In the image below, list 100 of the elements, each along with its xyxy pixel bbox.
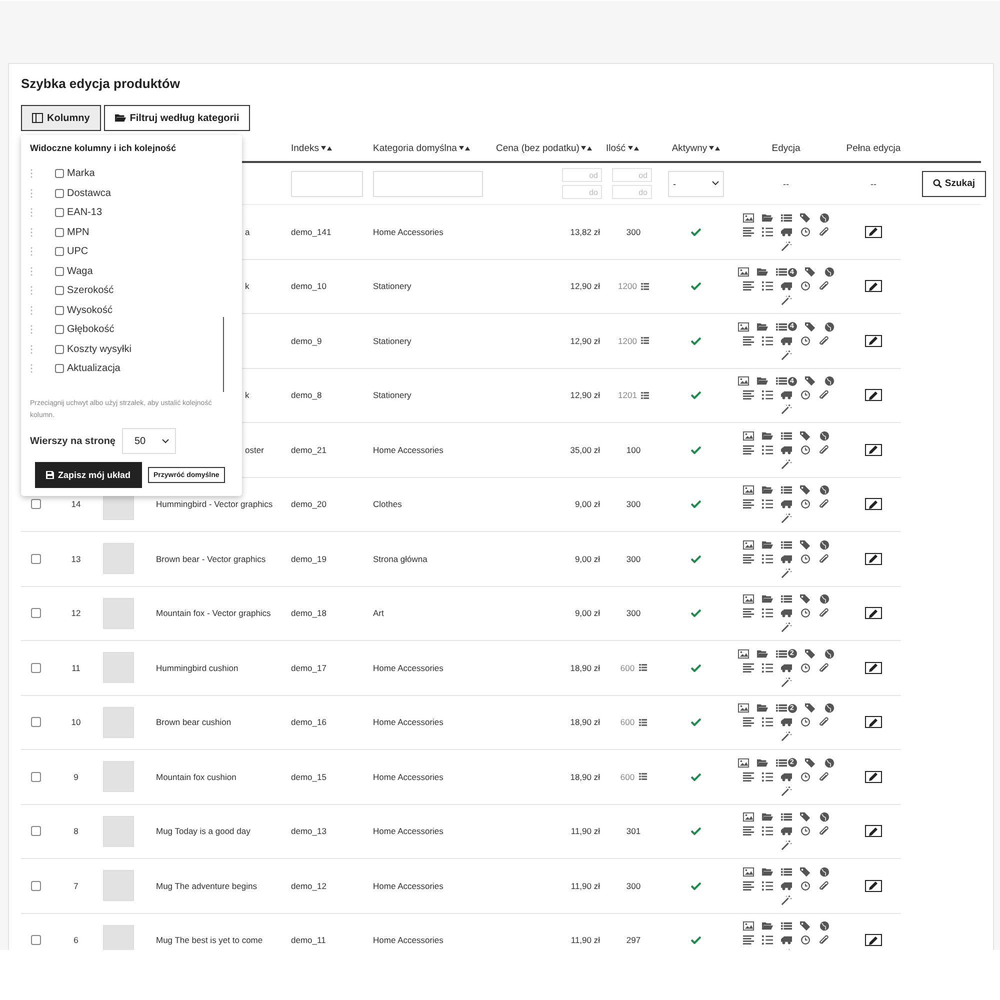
edit-button[interactable] (865, 934, 882, 946)
folder-icon[interactable] (762, 594, 772, 604)
tags-icon[interactable] (800, 212, 810, 223)
globe-icon[interactable] (824, 758, 834, 768)
image-icon[interactable] (742, 430, 754, 441)
checkmark-icon[interactable] (691, 336, 701, 345)
magic-wand-icon[interactable] (780, 894, 792, 905)
edit-button[interactable] (865, 662, 882, 674)
checkbox[interactable] (55, 364, 64, 374)
list-icon[interactable] (776, 648, 786, 659)
quantity-range-field[interactable]: od (612, 168, 652, 182)
row-checkbox[interactable] (31, 554, 41, 564)
column-option-label[interactable]: Marka (67, 168, 95, 180)
bullet-list-icon[interactable] (762, 772, 772, 782)
paperclip-icon[interactable] (818, 935, 830, 946)
tags-icon[interactable] (800, 921, 810, 932)
list-icon[interactable] (780, 430, 792, 441)
image-icon[interactable] (742, 212, 754, 223)
checkbox[interactable] (55, 306, 64, 315)
list-icon[interactable] (780, 540, 792, 550)
image-icon[interactable] (738, 758, 748, 768)
tags-icon[interactable] (804, 376, 816, 386)
column-option-label[interactable]: MPN (67, 226, 90, 238)
globe-icon[interactable] (818, 812, 830, 822)
paperclip-icon[interactable] (818, 717, 830, 728)
magic-wand-icon[interactable] (780, 786, 792, 796)
checkmark-icon[interactable] (691, 718, 701, 726)
tags-icon[interactable] (804, 648, 816, 659)
text-lines-icon[interactable] (742, 390, 754, 400)
checkmark-icon[interactable] (691, 609, 701, 618)
row-checkbox[interactable] (31, 935, 41, 946)
truck-icon[interactable] (780, 717, 792, 728)
folder-icon[interactable] (762, 540, 772, 550)
column-option-label[interactable]: EAN-13 (67, 207, 102, 218)
clock-icon[interactable] (800, 226, 810, 237)
tags-icon[interactable] (800, 594, 810, 604)
drag-handle-icon[interactable] (30, 188, 33, 198)
bullet-list-icon[interactable] (762, 880, 772, 891)
category-filter-button[interactable]: Filtruj według kategorii (104, 105, 250, 131)
text-lines-icon[interactable] (742, 662, 754, 673)
bullet-list-icon[interactable] (762, 826, 772, 836)
magic-wand-icon[interactable] (780, 404, 792, 414)
truck-icon[interactable] (780, 336, 792, 346)
columns-button[interactable]: Kolumny (21, 105, 101, 131)
globe-icon[interactable] (824, 703, 834, 714)
edit-button[interactable] (865, 825, 882, 838)
checkbox[interactable] (55, 169, 64, 178)
bullet-list-icon[interactable] (762, 281, 772, 292)
bullet-list-icon[interactable] (762, 226, 772, 237)
magic-wand-icon[interactable] (780, 295, 792, 306)
edit-button[interactable] (865, 552, 882, 565)
truck-icon[interactable] (780, 935, 792, 946)
checkmark-icon[interactable] (691, 936, 701, 944)
folder-icon[interactable] (756, 267, 768, 278)
folder-icon[interactable] (756, 703, 768, 714)
truck-icon[interactable] (780, 499, 792, 510)
truck-icon[interactable] (780, 281, 792, 292)
text-lines-icon[interactable] (742, 608, 754, 618)
magic-wand-icon[interactable] (780, 350, 792, 360)
tags-icon[interactable] (804, 758, 816, 768)
row-checkbox[interactable] (31, 608, 41, 618)
folder-icon[interactable] (762, 812, 772, 822)
clock-icon[interactable] (800, 499, 810, 510)
globe-icon[interactable] (818, 594, 830, 604)
column-header[interactable]: Ilość (606, 142, 626, 154)
clock-icon[interactable] (800, 717, 810, 728)
folder-icon[interactable] (756, 376, 768, 386)
save-layout-button[interactable]: Zapisz mój układ (35, 462, 142, 488)
truck-icon[interactable] (780, 554, 792, 564)
bullet-list-icon[interactable] (762, 554, 772, 564)
checkbox[interactable] (55, 228, 64, 237)
column-option-label[interactable]: Koszty wysyłki (67, 344, 132, 355)
checkbox[interactable] (55, 286, 64, 296)
checkbox[interactable] (55, 266, 64, 276)
paperclip-icon[interactable] (818, 772, 830, 782)
truck-icon[interactable] (780, 880, 792, 891)
edit-button[interactable] (865, 607, 882, 620)
globe-icon[interactable] (818, 430, 830, 441)
magic-wand-icon[interactable] (780, 840, 792, 850)
checkmark-icon[interactable] (691, 554, 701, 563)
drag-handle-icon[interactable] (30, 228, 33, 237)
edit-button[interactable] (865, 880, 882, 892)
row-checkbox[interactable] (31, 826, 41, 836)
drag-handle-icon[interactable] (30, 247, 33, 256)
magic-wand-icon[interactable] (780, 676, 792, 687)
tags-icon[interactable] (804, 267, 816, 278)
edit-button[interactable] (865, 498, 882, 510)
clock-icon[interactable] (800, 336, 810, 346)
checkmark-icon[interactable] (691, 446, 701, 454)
active-filter-select[interactable]: - (668, 170, 724, 196)
drag-handle-icon[interactable] (30, 364, 33, 374)
image-icon[interactable] (742, 485, 754, 496)
image-icon[interactable] (742, 921, 754, 932)
bullet-list-icon[interactable] (762, 717, 772, 728)
truck-icon[interactable] (780, 444, 792, 455)
paperclip-icon[interactable] (818, 226, 830, 237)
tags-icon[interactable] (804, 322, 816, 332)
clock-icon[interactable] (800, 662, 810, 673)
tags-icon[interactable] (800, 540, 810, 550)
column-option-label[interactable]: Wysokość (67, 304, 112, 316)
